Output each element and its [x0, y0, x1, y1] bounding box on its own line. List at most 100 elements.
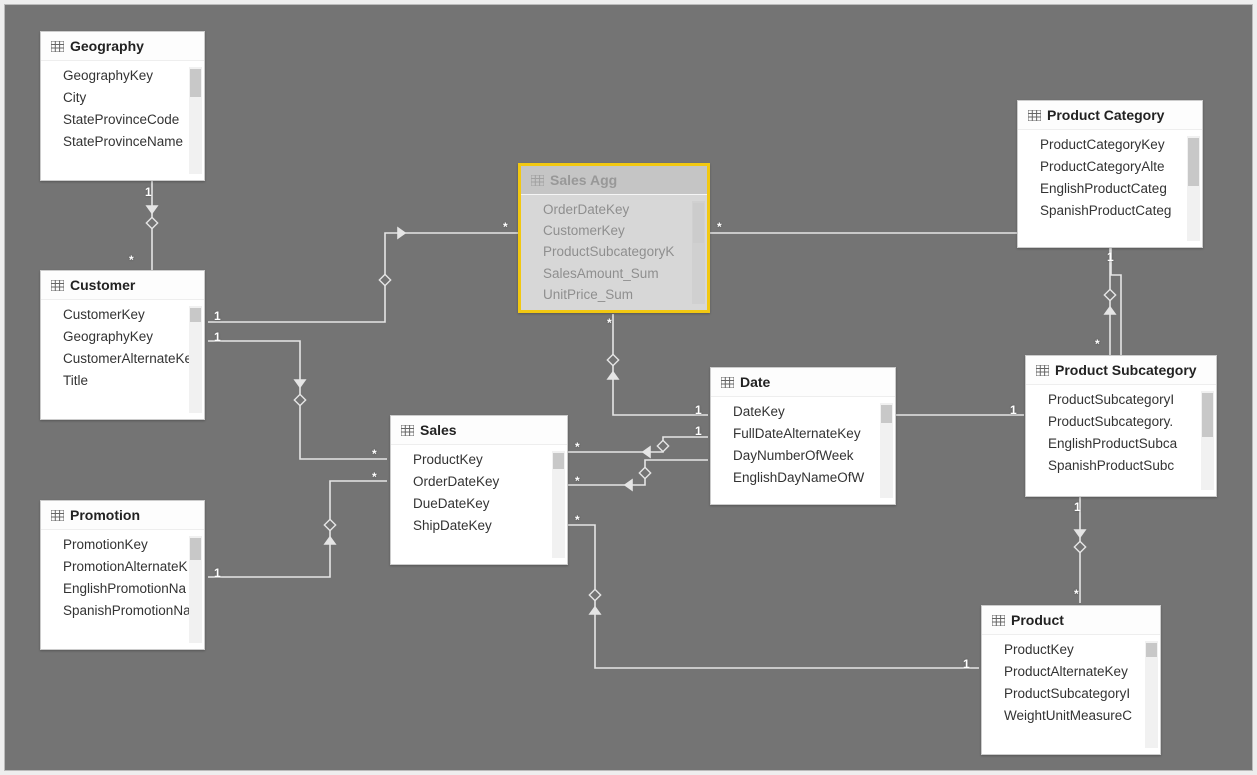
- card-many: *: [503, 220, 508, 234]
- field-list: OrderDateKey CustomerKey ProductSubcateg…: [521, 199, 692, 306]
- table-promotion[interactable]: Promotion PromotionKey PromotionAlternat…: [40, 500, 205, 650]
- field-item[interactable]: ProductKey: [1004, 639, 1145, 661]
- table-header[interactable]: Sales: [391, 416, 567, 445]
- field-item[interactable]: GeographyKey: [63, 326, 189, 348]
- table-header[interactable]: Promotion: [41, 501, 204, 530]
- field-item[interactable]: ΣOrderDateKey: [413, 471, 552, 493]
- field-item[interactable]: ProductKey: [413, 449, 552, 471]
- field-item[interactable]: EnglishDayNameOfW: [733, 467, 880, 489]
- scrollbar[interactable]: [552, 451, 565, 558]
- table-title: Product Category: [1047, 107, 1164, 123]
- card-one: 1: [214, 330, 221, 344]
- table-header[interactable]: Date: [711, 368, 895, 397]
- card-many: *: [575, 440, 580, 454]
- table-icon: [51, 41, 64, 52]
- field-item[interactable]: WeightUnitMeasureC: [1004, 705, 1145, 727]
- field-item[interactable]: ΣSalesAmount_Sum: [543, 263, 692, 284]
- table-title: Date: [740, 374, 770, 390]
- field-list: CustomerKey GeographyKey CustomerAlterna…: [41, 304, 189, 415]
- field-item[interactable]: ProductAlternateKey: [1004, 661, 1145, 683]
- field-list: DateKey FullDateAlternateKey ΣDayNumberO…: [711, 401, 880, 500]
- card-one: 1: [1010, 403, 1017, 417]
- table-header[interactable]: Customer: [41, 271, 204, 300]
- field-item[interactable]: SpanishProductCateg: [1040, 200, 1187, 222]
- scrollbar[interactable]: [692, 201, 705, 304]
- field-item[interactable]: FullDateAlternateKey: [733, 423, 880, 445]
- table-title: Product: [1011, 612, 1064, 628]
- field-list: ProductCategoryKey ProductCategoryAlte E…: [1018, 134, 1187, 243]
- field-item[interactable]: ProductSubcategoryI: [1004, 683, 1145, 705]
- scrollbar[interactable]: [189, 536, 202, 643]
- field-item[interactable]: PromotionAlternateK: [63, 556, 189, 578]
- table-title: Promotion: [70, 507, 140, 523]
- field-item[interactable]: Title: [63, 370, 189, 392]
- card-one: 1: [963, 657, 970, 671]
- field-item[interactable]: EnglishProductSubca: [1048, 433, 1201, 455]
- table-geography[interactable]: Geography GeographyKey City StateProvinc…: [40, 31, 205, 181]
- field-item[interactable]: City: [63, 87, 189, 109]
- table-product-subcategory[interactable]: Product Subcategory ProductSubcategoryI …: [1025, 355, 1217, 497]
- field-item[interactable]: CustomerKey: [543, 220, 692, 241]
- table-sales[interactable]: Sales ProductKey ΣOrderDateKey DueDateKe…: [390, 415, 568, 565]
- field-item[interactable]: OrderDateKey: [543, 199, 692, 220]
- card-many: *: [372, 470, 377, 484]
- field-item[interactable]: ProductCategoryAlte: [1040, 156, 1187, 178]
- table-title: Sales: [420, 422, 457, 438]
- field-item[interactable]: PromotionKey: [63, 534, 189, 556]
- field-item[interactable]: ProductSubcategoryI: [1048, 389, 1201, 411]
- field-item[interactable]: SpanishProductSubc: [1048, 455, 1201, 477]
- table-title: Sales Agg: [550, 172, 617, 188]
- card-many: *: [1095, 337, 1100, 351]
- field-item[interactable]: DateKey: [733, 401, 880, 423]
- field-item[interactable]: GeographyKey: [63, 65, 189, 87]
- field-item[interactable]: DueDateKey: [413, 493, 552, 515]
- table-product[interactable]: Product ProductKey ProductAlternateKey P…: [981, 605, 1161, 755]
- table-icon: [721, 377, 734, 388]
- scrollbar[interactable]: [1187, 136, 1200, 241]
- field-item[interactable]: ΣProductSubcategory.: [1048, 411, 1201, 433]
- field-item[interactable]: ΣDayNumberOfWeek: [733, 445, 880, 467]
- card-one: 1: [145, 185, 152, 199]
- table-header[interactable]: Geography: [41, 32, 204, 61]
- table-customer[interactable]: Customer CustomerKey GeographyKey Custom…: [40, 270, 205, 420]
- field-item[interactable]: ProductSubcategoryK: [543, 242, 692, 263]
- field-item[interactable]: ΣUnitPrice_Sum: [543, 285, 692, 306]
- field-item[interactable]: SpanishPromotionNa: [63, 600, 189, 622]
- field-item[interactable]: EnglishPromotionNa: [63, 578, 189, 600]
- table-icon: [51, 280, 64, 291]
- card-many: *: [1074, 587, 1079, 601]
- field-item[interactable]: ΣShipDateKey: [413, 515, 552, 537]
- field-list: ProductSubcategoryI ΣProductSubcategory.…: [1026, 389, 1201, 492]
- table-sales-agg[interactable]: Sales Agg OrderDateKey CustomerKey Produ…: [518, 163, 710, 313]
- table-icon: [51, 510, 64, 521]
- field-list: ProductKey ProductAlternateKey ProductSu…: [982, 639, 1145, 750]
- table-header[interactable]: Product Category: [1018, 101, 1202, 130]
- scrollbar[interactable]: [189, 306, 202, 413]
- scrollbar[interactable]: [1145, 641, 1158, 748]
- card-one: 1: [695, 403, 702, 417]
- table-date[interactable]: Date DateKey FullDateAlternateKey ΣDayNu…: [710, 367, 896, 505]
- field-item[interactable]: CustomerKey: [63, 304, 189, 326]
- table-header[interactable]: Product Subcategory: [1026, 356, 1216, 385]
- field-item[interactable]: StateProvinceCode: [63, 109, 189, 131]
- field-item[interactable]: CustomerAlternateKe: [63, 348, 189, 370]
- scrollbar[interactable]: [1201, 391, 1214, 490]
- card-one: 1: [214, 566, 221, 580]
- field-item[interactable]: EnglishProductCateg: [1040, 178, 1187, 200]
- table-title: Geography: [70, 38, 144, 54]
- scrollbar[interactable]: [880, 403, 893, 498]
- scrollbar[interactable]: [189, 67, 202, 174]
- card-one: 1: [214, 309, 221, 323]
- field-list: PromotionKey PromotionAlternateK English…: [41, 534, 189, 645]
- table-product-category[interactable]: Product Category ProductCategoryKey Prod…: [1017, 100, 1203, 248]
- field-item[interactable]: ProductCategoryKey: [1040, 134, 1187, 156]
- table-title: Product Subcategory: [1055, 362, 1197, 378]
- field-item[interactable]: StateProvinceName: [63, 131, 189, 153]
- table-header[interactable]: Sales Agg: [521, 166, 707, 195]
- card-many: *: [575, 513, 580, 527]
- card-many: *: [129, 253, 134, 267]
- model-canvas[interactable]: 1 * 1 * 1 * 1 * * 1 * 1 * * 1 * 1 1 * 1 …: [4, 4, 1253, 771]
- table-header[interactable]: Product: [982, 606, 1160, 635]
- field-list: ProductKey ΣOrderDateKey DueDateKey ΣShi…: [391, 449, 552, 560]
- table-icon: [1036, 365, 1049, 376]
